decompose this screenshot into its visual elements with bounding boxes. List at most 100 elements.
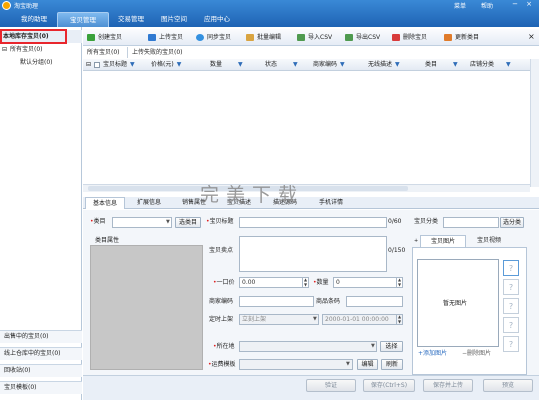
chevron-down-icon[interactable]: ▼	[166, 219, 170, 225]
sidebar-item-recycle-bin[interactable]: 回收站(0)	[0, 364, 82, 377]
tab-trade-management[interactable]: 交易管理	[110, 12, 152, 27]
col-merchant-code-label: 商家编码	[313, 61, 338, 68]
subtab-all-items[interactable]: 所有宝贝(0)	[87, 47, 120, 58]
col-quantity[interactable]: 数量 ▼	[210, 59, 243, 71]
close-window-button[interactable]: ×	[524, 0, 534, 9]
image-slot-3[interactable]: ?	[503, 298, 519, 314]
filter-icon[interactable]: ▼	[340, 61, 345, 68]
chevron-down-icon[interactable]: ▼	[346, 361, 350, 367]
sidebar-item-warehouse[interactable]: 线上仓库中的宝贝(0)	[0, 347, 82, 360]
selling-point-label: 宝贝卖点	[209, 247, 234, 254]
schedule-select[interactable]: 立刻上架	[239, 314, 319, 325]
grid-collapse-icon[interactable]: ⊟	[86, 59, 91, 71]
tab-extended-info[interactable]: 扩展信息	[127, 197, 171, 209]
filter-icon[interactable]: ▼	[130, 61, 135, 68]
schedule-time-stepper[interactable]: ▲ ▼	[396, 314, 402, 325]
shipping-template-select[interactable]	[239, 359, 353, 370]
refresh-shipping-button[interactable]: 刷新	[381, 359, 403, 370]
toolbar-close-icon[interactable]: ×	[528, 33, 535, 41]
selling-point-char-count: 0/150	[388, 247, 406, 254]
edit-shipping-button[interactable]: 编辑	[357, 359, 378, 370]
select-all-checkbox[interactable]	[94, 62, 100, 68]
filter-icon[interactable]: ▼	[453, 61, 458, 68]
validate-button[interactable]: 验证	[306, 379, 356, 392]
col-quantity-label: 数量	[210, 61, 223, 68]
minimize-button[interactable]: −	[510, 0, 520, 9]
quantity-input[interactable]: 0	[333, 277, 403, 288]
save-and-upload-button[interactable]: 保存并上传	[423, 379, 473, 392]
barcode-input[interactable]	[346, 296, 403, 307]
filter-icon[interactable]: ▼	[506, 61, 511, 68]
delete-item-label: 删除宝贝	[403, 34, 428, 41]
image-slot-1[interactable]: ?	[503, 260, 519, 276]
tree-collapse-icon[interactable]: ⊟	[2, 45, 7, 54]
filter-icon[interactable]: ▼	[177, 61, 182, 68]
image-slot-4[interactable]: ?	[503, 317, 519, 333]
menu-link[interactable]: 菜单	[454, 1, 466, 10]
import-icon	[297, 34, 305, 41]
filter-icon[interactable]: ▼	[238, 61, 243, 68]
attributes-panel	[90, 245, 203, 370]
image-slot-5[interactable]: ?	[503, 336, 519, 352]
add-image-link[interactable]: +添加图片	[418, 349, 447, 359]
tree-item-default-group[interactable]: 默认分组(0)	[20, 58, 53, 67]
sync-item-button[interactable]: 同步宝贝	[196, 31, 231, 44]
batch-edit-button[interactable]: 批量编辑	[246, 31, 281, 44]
delete-image-link[interactable]: −删除图片	[462, 349, 491, 359]
sync-item-label: 同步宝贝	[207, 34, 232, 41]
update-category-button[interactable]: 更新类目	[444, 31, 479, 44]
select-shop-category-button[interactable]: 选分类	[500, 217, 524, 228]
export-csv-button[interactable]: 导出CSV	[345, 31, 380, 44]
category-label-text: 类目	[93, 218, 106, 225]
import-csv-button[interactable]: 导入CSV	[297, 31, 332, 44]
image-slot-2[interactable]: ?	[503, 279, 519, 295]
schedule-label: 定时上架	[209, 316, 234, 323]
tab-mobile-details[interactable]: 手机详情	[309, 197, 353, 209]
col-status[interactable]: 状态 ▼	[265, 59, 298, 71]
filter-icon[interactable]: ▼	[293, 61, 298, 68]
image-panel-toggle-icon[interactable]: +	[414, 236, 418, 246]
title-input[interactable]	[239, 217, 387, 228]
title-label-text: 宝贝标题	[209, 218, 234, 225]
shop-category-input[interactable]	[443, 217, 499, 228]
sidebar-item-templates[interactable]: 宝贝模板(0)	[0, 381, 82, 394]
quantity-stepper[interactable]: ▲ ▼	[396, 277, 402, 288]
col-shop-category[interactable]: 店铺分类 ▼	[470, 59, 511, 71]
price-input[interactable]: 0.00	[239, 277, 309, 288]
tab-my-assistant[interactable]: 我的助理	[14, 12, 54, 27]
tab-image-space[interactable]: 图片空间	[153, 12, 195, 27]
delete-item-button[interactable]: 删除宝贝	[392, 31, 427, 44]
schedule-time-input[interactable]: 2000-01-01 00:00:00	[322, 314, 403, 325]
save-button[interactable]: 保存(Ctrl+S)	[363, 379, 415, 392]
tree-item-all-items[interactable]: 所有宝贝(0)	[10, 45, 43, 54]
preview-button[interactable]: 预览	[483, 379, 533, 392]
upload-item-button[interactable]: 上传宝贝	[148, 31, 183, 44]
upload-icon	[148, 34, 156, 41]
col-price[interactable]: 价格(元) ▼	[151, 59, 181, 71]
tab-item-images[interactable]: 宝贝图片	[420, 235, 466, 247]
merchant-code-input[interactable]	[239, 296, 314, 307]
col-category[interactable]: 类目 ▼	[425, 59, 458, 71]
vertical-scrollbar[interactable]	[530, 59, 539, 187]
filter-icon[interactable]: ▼	[395, 61, 400, 68]
chevron-down-icon[interactable]: ▼	[313, 316, 317, 322]
subtab-upload-failed[interactable]: 上传失败的宝贝(0)	[127, 47, 183, 58]
select-category-button[interactable]: 选类目	[175, 217, 201, 228]
tab-item-video[interactable]: 宝贝视频	[466, 235, 512, 247]
selling-point-input[interactable]	[239, 236, 387, 272]
select-location-button[interactable]: 选择	[380, 341, 403, 352]
tab-app-center[interactable]: 应用中心	[196, 12, 238, 27]
col-merchant-code[interactable]: 商家编码 ▼	[313, 59, 345, 71]
col-title[interactable]: 宝贝标题 ▼	[103, 59, 135, 71]
location-select[interactable]	[239, 341, 377, 352]
tab-basic-info[interactable]: 基本信息	[85, 197, 125, 209]
tab-item-management[interactable]: 宝贝管理	[57, 12, 109, 27]
chevron-down-icon[interactable]: ▼	[371, 343, 375, 349]
batch-edit-label: 批量编辑	[257, 34, 282, 41]
sidebar-item-on-sale[interactable]: 出售中的宝贝(0)	[0, 330, 82, 343]
category-select[interactable]	[112, 217, 172, 228]
create-item-button[interactable]: 创建宝贝	[87, 31, 122, 44]
help-link[interactable]: 帮助	[481, 1, 493, 10]
price-stepper[interactable]: ▲ ▼	[302, 277, 308, 288]
col-wireless-desc[interactable]: 无线描述 ▼	[368, 59, 400, 71]
